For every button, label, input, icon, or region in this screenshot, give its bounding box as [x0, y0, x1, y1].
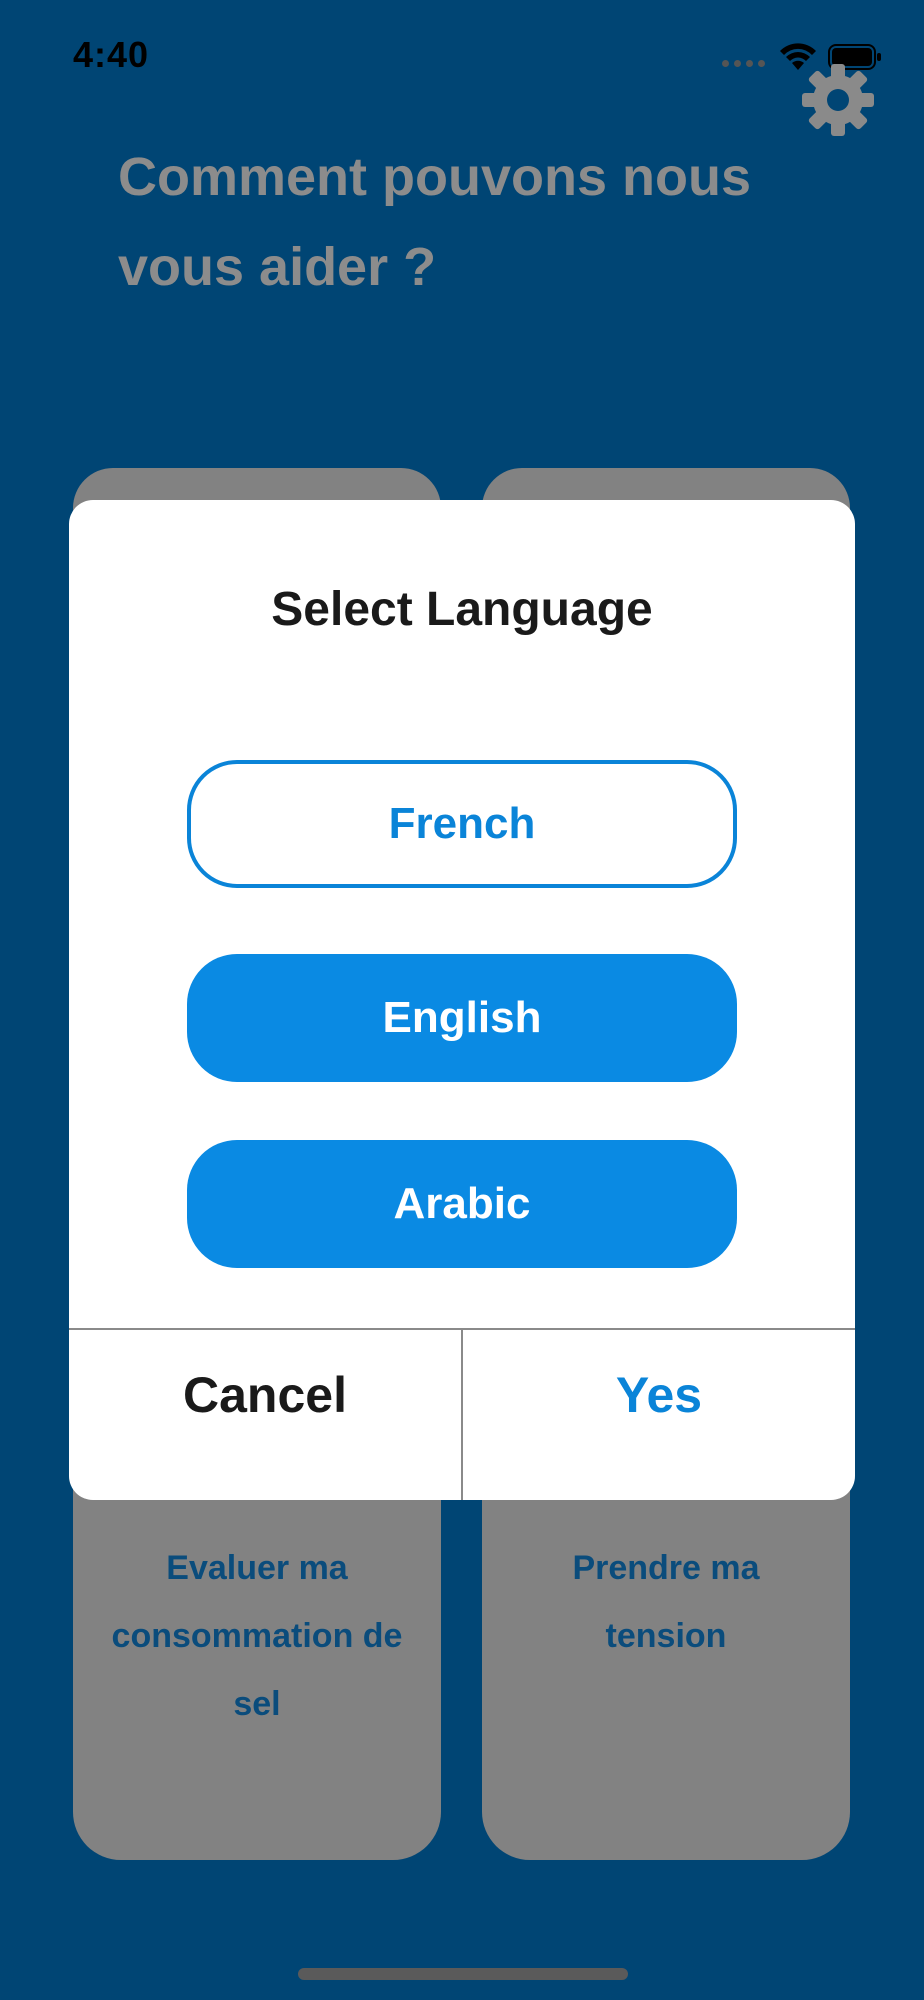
english-option-button[interactable]: English: [187, 954, 737, 1082]
cellular-signal-icon: [722, 60, 770, 68]
blood-pressure-card-body[interactable]: Prendre ma tension: [482, 1440, 850, 1860]
arabic-option-button[interactable]: Arabic: [187, 1140, 737, 1268]
page-title: Comment pouvons nous vous aider ?: [118, 147, 751, 297]
french-option-button[interactable]: French: [187, 760, 737, 888]
home-indicator[interactable]: [298, 1968, 628, 1980]
cancel-button[interactable]: Cancel: [69, 1330, 461, 1460]
blood-pressure-card-label: Prendre ma tension: [572, 1549, 760, 1655]
status-bar: 4:40: [0, 0, 924, 110]
salt-consumption-card-label: Evaluer ma consommation de sel: [111, 1549, 403, 1723]
salt-consumption-card-body[interactable]: Evaluer ma consommation de sel: [73, 1440, 441, 1860]
status-time: 4:40: [73, 34, 150, 75]
dialog-title: Select Language: [271, 583, 653, 636]
language-dialog: Select Language French English Arabic Ca…: [69, 500, 855, 1500]
gear-icon[interactable]: [800, 62, 876, 138]
yes-button[interactable]: Yes: [463, 1330, 855, 1460]
